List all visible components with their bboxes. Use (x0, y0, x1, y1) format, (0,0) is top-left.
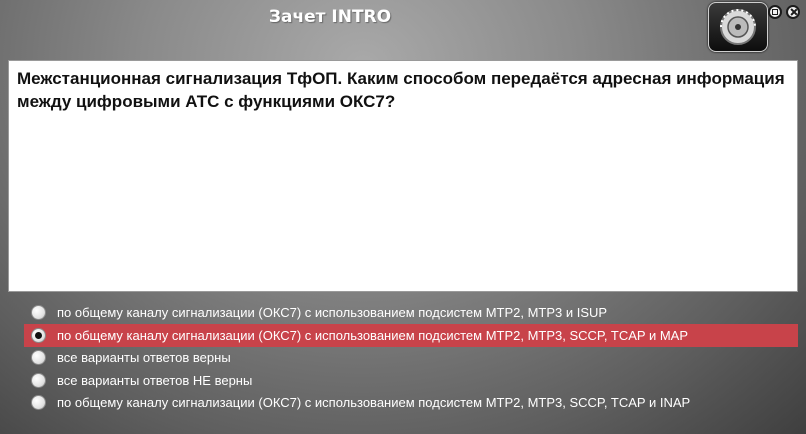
close-icon[interactable] (786, 5, 800, 19)
radio-button[interactable] (31, 305, 46, 320)
answer-option[interactable]: все варианты ответов верны (24, 346, 798, 369)
radio-button[interactable] (31, 373, 46, 388)
answer-label: по общему каналу сигнализации (ОКС7) с и… (57, 305, 608, 320)
answer-option[interactable]: по общему каналу сигнализации (ОКС7) с и… (24, 301, 798, 324)
question-text: Межстанционная сигнализация ТфОП. Каким … (8, 60, 798, 292)
radio-button[interactable] (31, 328, 46, 343)
radio-button[interactable] (31, 350, 46, 365)
answer-option[interactable]: все варианты ответов НЕ верны (24, 369, 798, 392)
minimize-icon[interactable] (768, 5, 782, 19)
radio-button[interactable] (31, 395, 46, 410)
app-logo-icon (708, 2, 768, 52)
app-title: Зачет INTRO (268, 7, 392, 27)
answer-label: все варианты ответов НЕ верны (57, 373, 253, 388)
answer-label: по общему каналу сигнализации (ОКС7) с и… (57, 328, 689, 343)
answer-label: все варианты ответов верны (57, 350, 231, 365)
answer-label: по общему каналу сигнализации (ОКС7) с и… (57, 395, 691, 410)
answer-option[interactable]: по общему каналу сигнализации (ОКС7) с и… (24, 391, 798, 414)
answer-option[interactable]: по общему каналу сигнализации (ОКС7) с и… (24, 324, 798, 347)
